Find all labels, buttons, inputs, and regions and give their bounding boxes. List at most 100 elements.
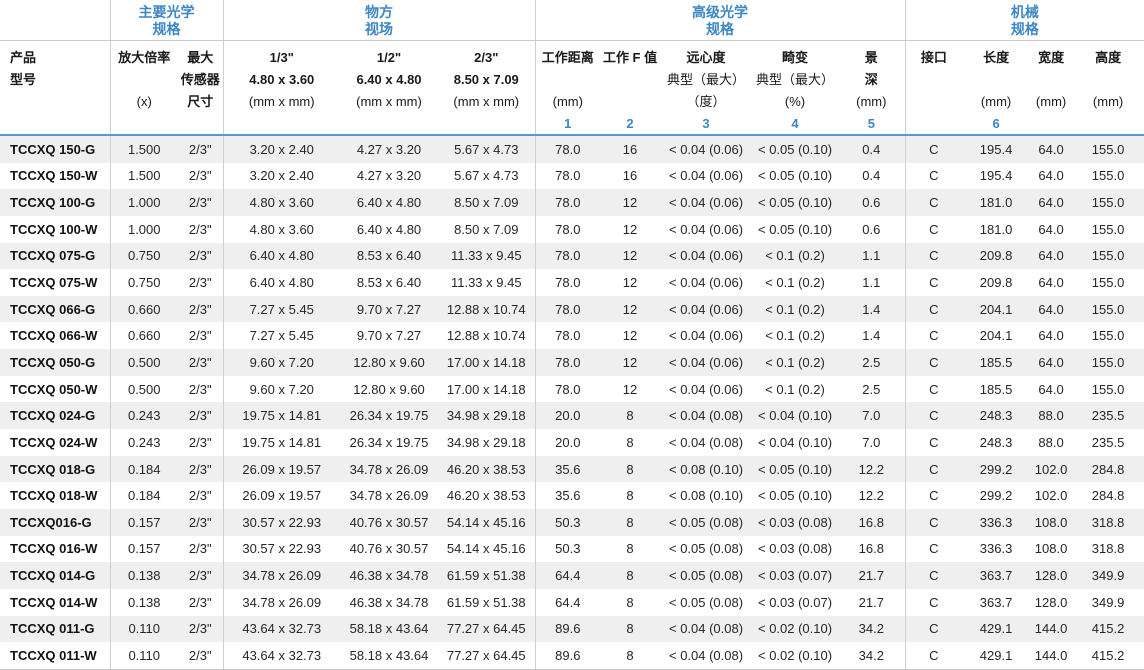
table-cell: 0.243	[110, 429, 178, 456]
table-cell: 64.0	[1030, 349, 1072, 376]
group-title: 物方 视场	[224, 0, 535, 38]
table-cell: 8	[600, 589, 660, 616]
table-cell: C	[905, 589, 962, 616]
table-cell: 248.3	[962, 402, 1030, 429]
table-cell: 0.750	[110, 269, 178, 296]
table-cell: 7.27 x 5.45	[223, 322, 340, 349]
table-cell: 64.0	[1030, 216, 1072, 243]
table-cell: C	[905, 243, 962, 270]
table-cell: < 0.1 (0.2)	[752, 376, 838, 403]
table-cell: 88.0	[1030, 429, 1072, 456]
model-cell: TCCXQ 100-W	[0, 216, 110, 243]
table-cell: < 0.04 (0.08)	[660, 402, 752, 429]
table-cell: 155.0	[1072, 269, 1144, 296]
col-header-max-sensor: 最大 传感器 尺寸	[178, 41, 223, 136]
table-cell: 12.2	[838, 456, 905, 483]
table-cell: 415.2	[1072, 616, 1144, 643]
table-cell: 6.40 x 4.80	[223, 243, 340, 270]
table-cell: 9.70 x 7.27	[340, 296, 438, 323]
table-cell: 299.2	[962, 456, 1030, 483]
table-cell: 12.80 x 9.60	[340, 349, 438, 376]
group-title: 高级光学 规格	[536, 0, 905, 38]
table-cell: C	[905, 509, 962, 536]
table-cell: 144.0	[1030, 616, 1072, 643]
model-cell: TCCXQ 150-W	[0, 163, 110, 190]
table-cell: 1.500	[110, 163, 178, 190]
footnote-marker: 1	[536, 113, 601, 134]
table-row: TCCXQ 016-W0.1572/3"30.57 x 22.9340.76 x…	[0, 536, 1144, 563]
table-cell: 12	[600, 189, 660, 216]
table-row: TCCXQ 150-G1.5002/3"3.20 x 2.404.27 x 3.…	[0, 135, 1144, 163]
table-cell: 284.8	[1072, 482, 1144, 509]
table-cell: 46.38 x 34.78	[340, 589, 438, 616]
footnote-marker: 3	[660, 113, 752, 134]
spec-table: 主要光学 规格 物方 视场 高级光学 规格 机械 规格 产品 型号 放大倍率 (…	[0, 0, 1144, 670]
table-cell: 8.50 x 7.09	[438, 189, 535, 216]
table-cell: 12.80 x 9.60	[340, 376, 438, 403]
table-cell: 35.6	[535, 456, 600, 483]
table-cell: 429.1	[962, 642, 1030, 669]
table-cell: 64.0	[1030, 243, 1072, 270]
table-cell: 1.4	[838, 296, 905, 323]
table-cell: < 0.05 (0.10)	[752, 189, 838, 216]
table-cell: 349.9	[1072, 589, 1144, 616]
table-cell: 1.1	[838, 269, 905, 296]
table-cell: 2/3"	[178, 589, 223, 616]
table-cell: 46.38 x 34.78	[340, 562, 438, 589]
table-cell: 21.7	[838, 562, 905, 589]
col-header-telecentricity: 远心度 典型（最大） （度） 3	[660, 41, 752, 136]
table-cell: < 0.04 (0.06)	[660, 163, 752, 190]
table-cell: 0.110	[110, 616, 178, 643]
table-cell: 12	[600, 243, 660, 270]
table-cell: 0.138	[110, 589, 178, 616]
table-cell: 20.0	[535, 429, 600, 456]
table-row: TCCXQ 050-W0.5002/3"9.60 x 7.2012.80 x 9…	[0, 376, 1144, 403]
col-header-length: 长度 (mm) 6	[962, 41, 1030, 136]
table-cell: 185.5	[962, 376, 1030, 403]
table-row: TCCXQ 050-G0.5002/3"9.60 x 7.2012.80 x 9…	[0, 349, 1144, 376]
table-cell: 16	[600, 135, 660, 163]
table-row: TCCXQ 066-G0.6602/3"7.27 x 5.459.70 x 7.…	[0, 296, 1144, 323]
footnote-marker: 5	[838, 113, 905, 134]
table-cell: 195.4	[962, 163, 1030, 190]
model-cell: TCCXQ 024-G	[0, 402, 110, 429]
table-cell: 0.660	[110, 296, 178, 323]
table-cell: 35.6	[535, 482, 600, 509]
table-cell: 2.5	[838, 349, 905, 376]
table-cell: 2/3"	[178, 322, 223, 349]
table-cell: 8	[600, 536, 660, 563]
model-cell: TCCXQ016-G	[0, 509, 110, 536]
table-cell: 155.0	[1072, 216, 1144, 243]
table-cell: 363.7	[962, 562, 1030, 589]
table-cell: 181.0	[962, 216, 1030, 243]
table-cell: < 0.02 (0.10)	[752, 616, 838, 643]
table-cell: 12	[600, 296, 660, 323]
col-header-width: 宽度 (mm)	[1030, 41, 1072, 136]
table-cell: 19.75 x 14.81	[223, 402, 340, 429]
table-cell: C	[905, 482, 962, 509]
table-row: TCCXQ 150-W1.5002/3"3.20 x 2.404.27 x 3.…	[0, 163, 1144, 190]
table-cell: < 0.02 (0.10)	[752, 642, 838, 669]
table-cell: 1.500	[110, 135, 178, 163]
table-cell: 26.34 x 19.75	[340, 402, 438, 429]
table-cell: 78.0	[535, 189, 600, 216]
table-cell: 64.0	[1030, 135, 1072, 163]
model-cell: TCCXQ 075-G	[0, 243, 110, 270]
table-cell: < 0.05 (0.08)	[660, 509, 752, 536]
table-cell: 46.20 x 38.53	[438, 456, 535, 483]
table-cell: C	[905, 616, 962, 643]
table-cell: 8	[600, 429, 660, 456]
table-cell: < 0.03 (0.07)	[752, 562, 838, 589]
table-cell: 34.78 x 26.09	[223, 589, 340, 616]
table-cell: 204.1	[962, 322, 1030, 349]
table-cell: 2/3"	[178, 269, 223, 296]
table-cell: < 0.05 (0.10)	[752, 163, 838, 190]
table-cell: 64.4	[535, 589, 600, 616]
table-cell: < 0.05 (0.10)	[752, 456, 838, 483]
table-cell: 2/3"	[178, 376, 223, 403]
model-cell: TCCXQ 050-G	[0, 349, 110, 376]
table-cell: C	[905, 536, 962, 563]
table-cell: 54.14 x 45.16	[438, 509, 535, 536]
table-cell: 8.53 x 6.40	[340, 269, 438, 296]
table-cell: 20.0	[535, 402, 600, 429]
